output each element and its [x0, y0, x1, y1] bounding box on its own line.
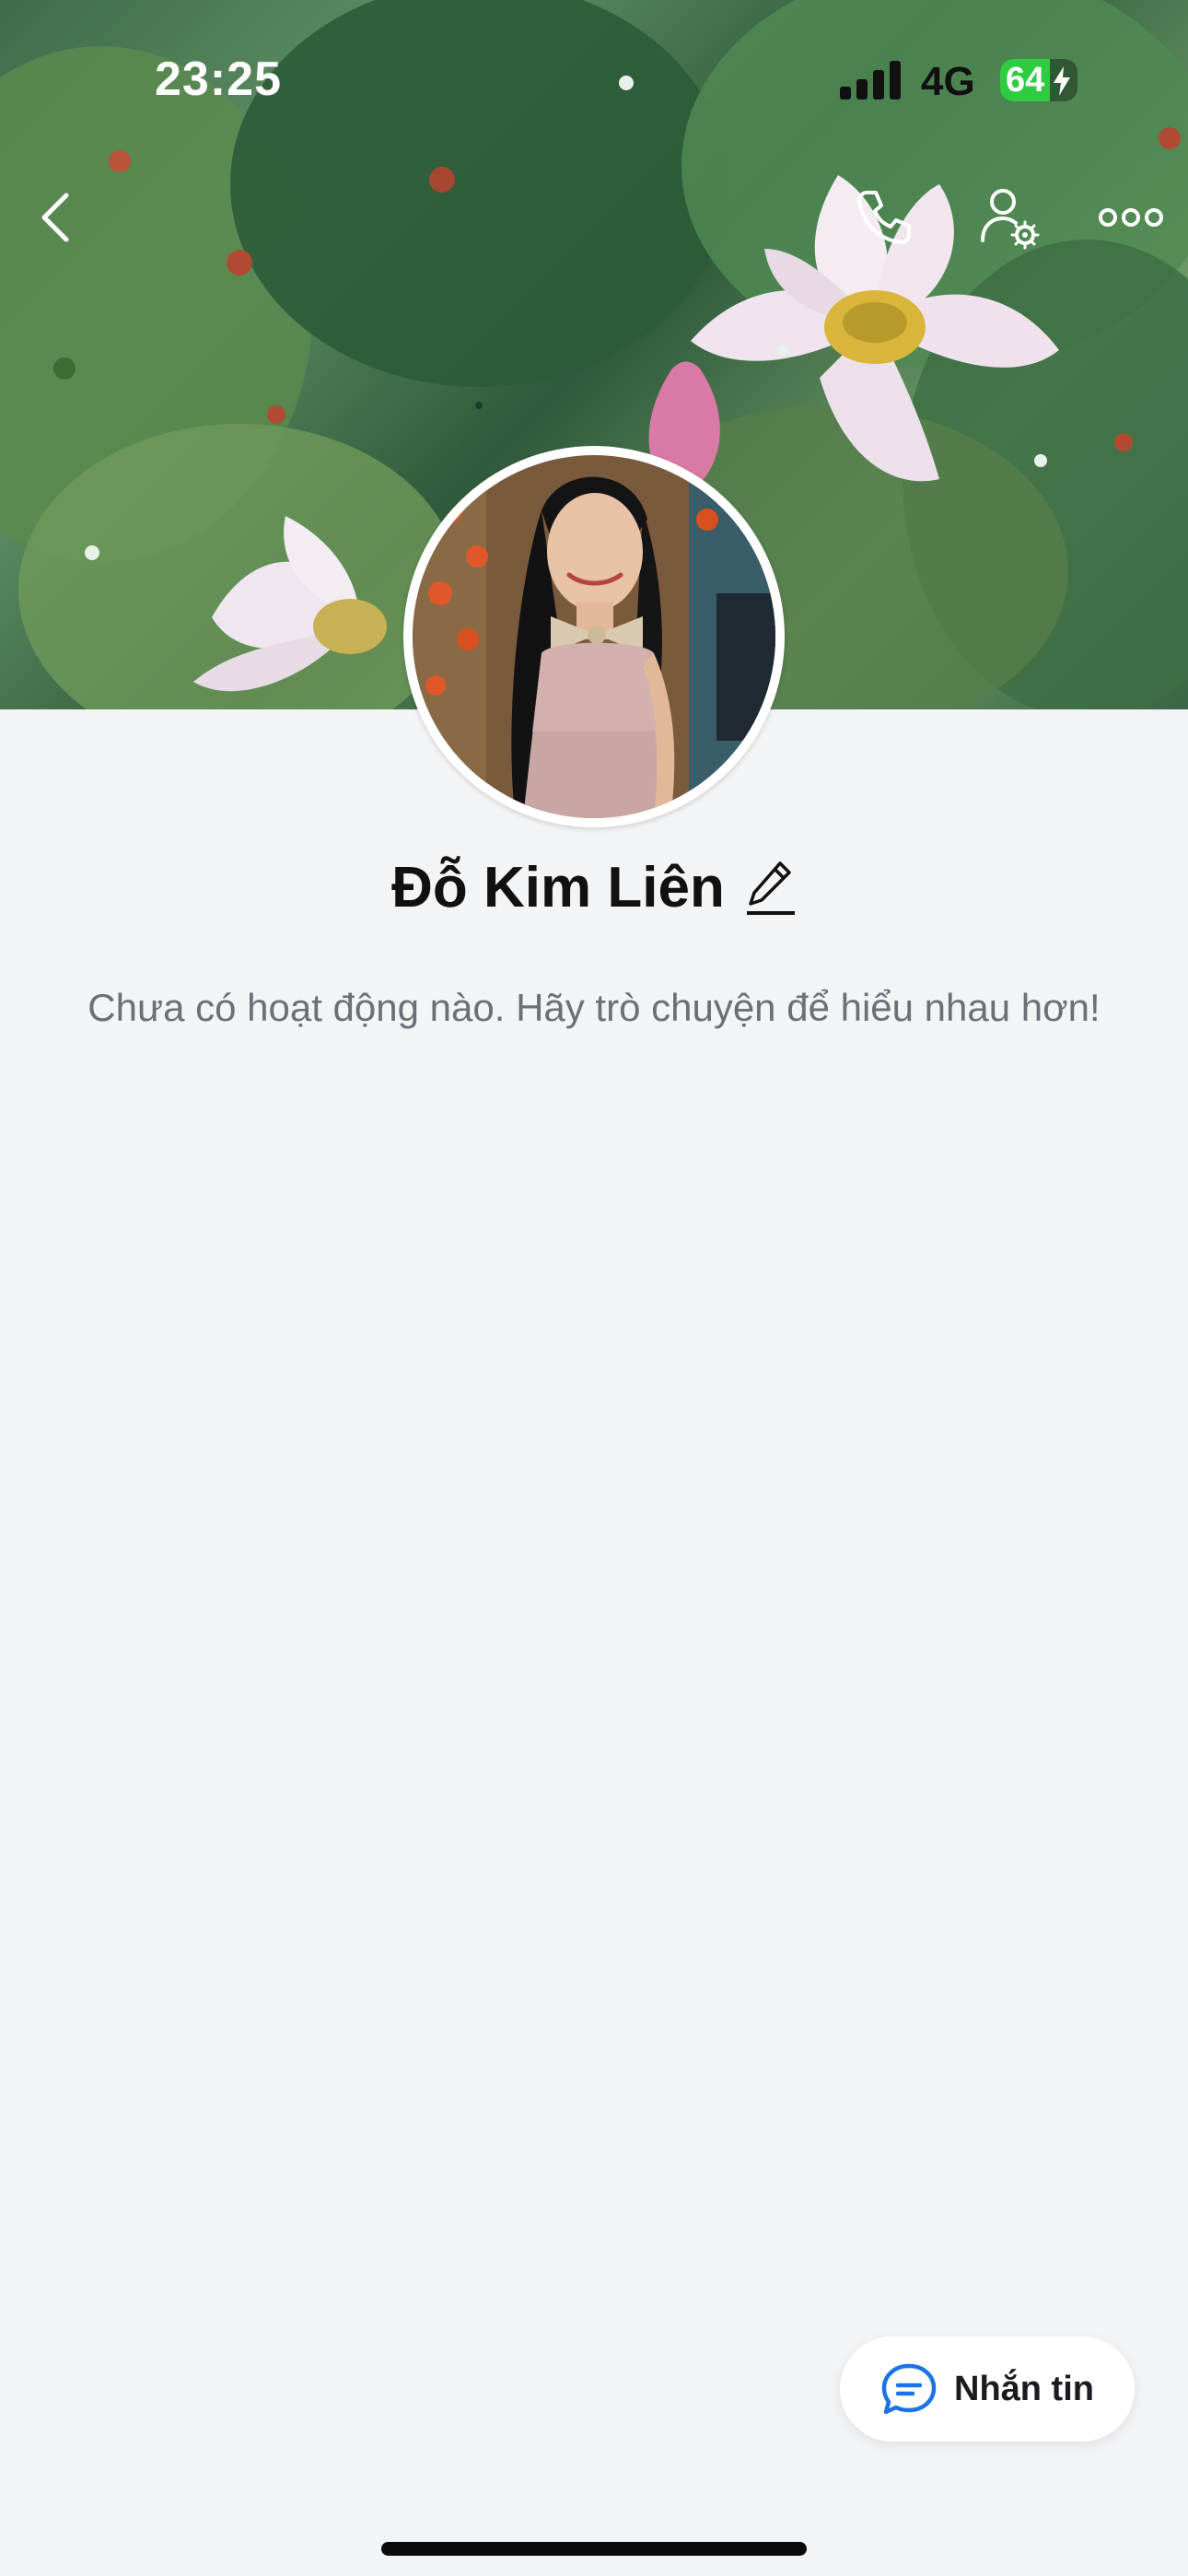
chevron-left-icon	[41, 193, 69, 242]
message-button[interactable]: Nhắn tin	[840, 2336, 1135, 2441]
message-button-label: Nhắn tin	[954, 2369, 1094, 2408]
charging-battery-icon: 64	[1000, 59, 1077, 101]
avatar-photo	[413, 455, 775, 818]
battery-percent: 64	[1006, 61, 1045, 100]
empty-activity-message: Chưa có hoạt động nào. Hãy trò chuyện để…	[87, 986, 1101, 1029]
avatar-photo-image	[413, 455, 775, 818]
phone-icon	[857, 191, 911, 244]
user-gear-icon	[981, 189, 1040, 250]
call-button[interactable]	[847, 181, 921, 254]
friend-settings-button[interactable]	[973, 181, 1046, 254]
edit-name-button[interactable]	[745, 858, 797, 917]
back-button[interactable]	[18, 181, 92, 254]
avatar[interactable]	[403, 446, 785, 827]
bolt-icon	[1054, 66, 1070, 96]
more-button[interactable]	[1092, 181, 1170, 254]
network-type: 4G	[921, 59, 975, 104]
profile-name-row: Đỗ Kim Liên	[0, 846, 1188, 929]
home-indicator[interactable]	[381, 2542, 807, 2556]
pencil-icon	[746, 861, 795, 915]
cellular-signal-icon	[840, 61, 901, 100]
status-time: 23:25	[155, 53, 282, 106]
status-bar: 23:25 4G 64	[0, 0, 1188, 129]
profile-name: Đỗ Kim Liên	[391, 855, 725, 919]
chat-bubble-icon	[881, 2363, 937, 2415]
more-dots-icon	[1099, 208, 1163, 227]
